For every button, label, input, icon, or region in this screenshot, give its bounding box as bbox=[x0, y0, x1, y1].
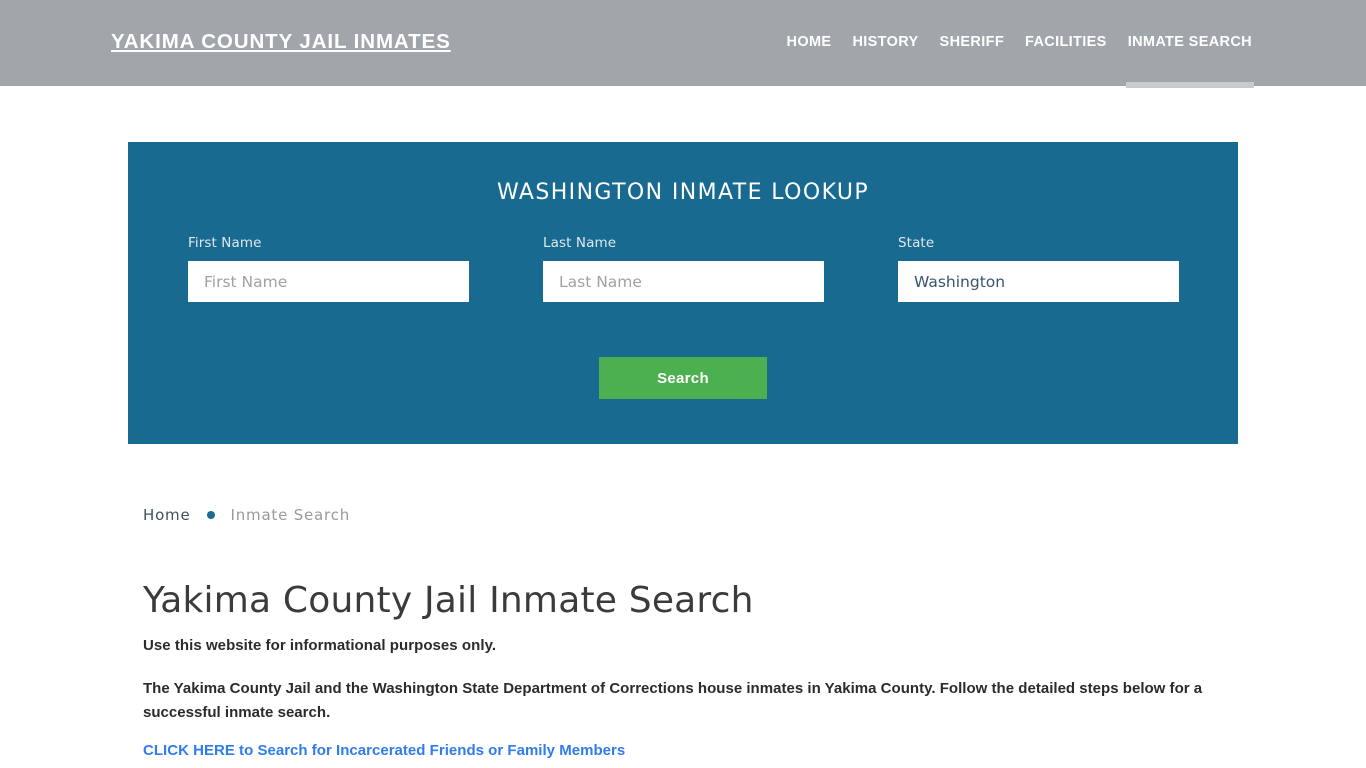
first-name-label: First Name bbox=[188, 235, 262, 251]
breadcrumb-item-home[interactable]: Home bbox=[143, 506, 191, 524]
primary-navigation: Home History Sheriff Facilities Inmate S… bbox=[787, 0, 1366, 88]
nav-item-inmate-search[interactable]: Inmate Search bbox=[1125, 34, 1255, 88]
site-brand-logo[interactable]: Yakima County Jail Inmates bbox=[111, 30, 451, 54]
inmate-lookup-panel: Washington Inmate Lookup First Name Last… bbox=[128, 142, 1238, 444]
nav-item-sheriff[interactable]: Sheriff bbox=[940, 34, 1004, 56]
last-name-label: Last Name bbox=[543, 235, 617, 251]
first-name-field-group: First Name bbox=[188, 235, 469, 302]
nav-item-home[interactable]: Home bbox=[787, 34, 832, 56]
site-header: Yakima County Jail Inmates Home History … bbox=[0, 0, 1366, 88]
nav-item-history[interactable]: History bbox=[852, 34, 918, 56]
breadcrumb-item-current: Inmate Search bbox=[230, 506, 351, 524]
state-field-group: State bbox=[898, 235, 1179, 302]
nav-item-facilities[interactable]: Facilities bbox=[1025, 34, 1107, 56]
last-name-input[interactable] bbox=[543, 261, 824, 302]
state-input[interactable] bbox=[898, 261, 1179, 302]
last-name-field-group: Last Name bbox=[543, 235, 824, 302]
first-name-input[interactable] bbox=[188, 261, 469, 302]
disclaimer-text: Use this website for informational purpo… bbox=[143, 637, 497, 654]
search-submit-button[interactable]: Search bbox=[599, 357, 767, 399]
breadcrumb: Home Inmate Search bbox=[143, 506, 350, 524]
inmate-search-cta-link[interactable]: CLICK HERE to Search for Incarcerated Fr… bbox=[143, 742, 625, 759]
page-title: Yakima County Jail Inmate Search bbox=[143, 580, 754, 621]
intro-paragraph: The Yakima County Jail and the Washingto… bbox=[143, 680, 1203, 721]
lookup-panel-title: Washington Inmate Lookup bbox=[496, 180, 870, 205]
breadcrumb-separator-dot-icon bbox=[206, 511, 215, 519]
state-label: State bbox=[898, 235, 935, 251]
